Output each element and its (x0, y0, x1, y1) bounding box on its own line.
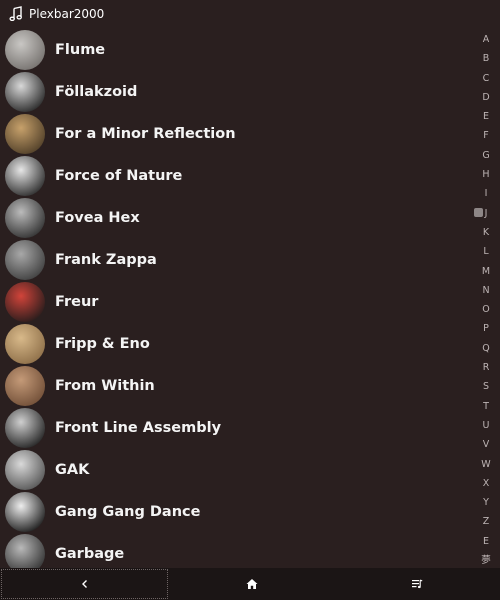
index-letter[interactable]: R (472, 358, 500, 377)
artist-row[interactable]: Fripp & Eno (0, 323, 470, 365)
artist-row[interactable]: Frank Zappa (0, 239, 470, 281)
artist-name: GAK (55, 462, 90, 478)
artist-name: Fovea Hex (55, 210, 140, 226)
artist-name: Fripp & Eno (55, 336, 150, 352)
alphabet-index[interactable]: ABCDEFGHIJKLMNOPQRSTUVWXYZE夢 (472, 30, 500, 566)
index-letter[interactable]: E (472, 532, 500, 551)
artist-avatar (5, 114, 45, 154)
artist-avatar (5, 408, 45, 448)
scroll-indicator[interactable] (474, 208, 483, 217)
artist-avatar (5, 282, 45, 322)
index-letter[interactable]: F (472, 126, 500, 145)
title-bar: Plexbar2000 (0, 0, 500, 28)
chevron-left-icon (81, 580, 87, 588)
artist-avatar (5, 30, 45, 70)
artist-avatar (5, 450, 45, 490)
index-letter[interactable]: G (472, 146, 500, 165)
index-letter[interactable]: O (472, 300, 500, 319)
index-letter[interactable]: N (472, 281, 500, 300)
index-letter[interactable]: W (472, 455, 500, 474)
artist-name: Föllakzoid (55, 84, 138, 100)
artist-name: Frank Zappa (55, 252, 157, 268)
artist-avatar (5, 492, 45, 532)
index-letter[interactable]: X (472, 474, 500, 493)
artist-name: Force of Nature (55, 168, 183, 184)
index-letter[interactable]: K (472, 223, 500, 242)
artist-row[interactable]: Freur (0, 281, 470, 323)
index-letter[interactable]: L (472, 242, 500, 261)
bottom-nav-bar (0, 568, 500, 600)
artist-avatar (5, 198, 45, 238)
home-button[interactable] (169, 568, 334, 600)
artist-name: From Within (55, 378, 155, 394)
home-icon (246, 579, 258, 589)
index-letter[interactable]: I (472, 184, 500, 203)
index-letter[interactable]: V (472, 435, 500, 454)
artist-row[interactable]: For a Minor Reflection (0, 113, 470, 155)
artist-name: Freur (55, 294, 99, 310)
artist-row[interactable]: From Within (0, 365, 470, 407)
index-letter[interactable]: B (472, 49, 500, 68)
artist-row[interactable]: Fovea Hex (0, 197, 470, 239)
artist-name: Flume (55, 42, 106, 58)
artist-row[interactable]: Flume (0, 29, 470, 71)
back-button[interactable] (1, 569, 169, 599)
artist-avatar (5, 324, 45, 364)
index-letter[interactable]: A (472, 30, 500, 49)
artist-row[interactable]: GAK (0, 449, 470, 491)
index-letter[interactable]: E (472, 107, 500, 126)
index-letter[interactable]: U (472, 416, 500, 435)
index-letter[interactable]: C (472, 69, 500, 88)
music-note-icon (9, 6, 22, 22)
artist-avatar (5, 72, 45, 112)
app-title: Plexbar2000 (29, 7, 105, 21)
index-letter[interactable]: Q (472, 339, 500, 358)
index-letter[interactable]: S (472, 377, 500, 396)
artist-avatar (5, 156, 45, 196)
artist-list[interactable]: Flume Föllakzoid For a Minor Reflection For… (0, 29, 470, 568)
index-letter[interactable]: P (472, 319, 500, 338)
artist-avatar (5, 366, 45, 406)
artist-row[interactable]: Garbage (0, 533, 470, 568)
artist-row[interactable]: Front Line Assembly (0, 407, 470, 449)
queue-button[interactable] (335, 568, 500, 600)
artist-row[interactable]: Force of Nature (0, 155, 470, 197)
playlist-icon (412, 579, 423, 589)
index-letter[interactable]: M (472, 262, 500, 281)
artist-name: For a Minor Reflection (55, 126, 236, 142)
index-letter[interactable]: Z (472, 512, 500, 531)
artist-name: Front Line Assembly (55, 420, 222, 436)
index-letter[interactable]: Y (472, 493, 500, 512)
artist-avatar (5, 534, 45, 568)
artist-name: Gang Gang Dance (55, 504, 201, 520)
artist-row[interactable]: Gang Gang Dance (0, 491, 470, 533)
index-letter[interactable]: T (472, 397, 500, 416)
artist-row[interactable]: Föllakzoid (0, 71, 470, 113)
artist-name: Garbage (55, 546, 125, 562)
artist-avatar (5, 240, 45, 280)
index-letter[interactable]: H (472, 165, 500, 184)
index-letter[interactable]: D (472, 88, 500, 107)
